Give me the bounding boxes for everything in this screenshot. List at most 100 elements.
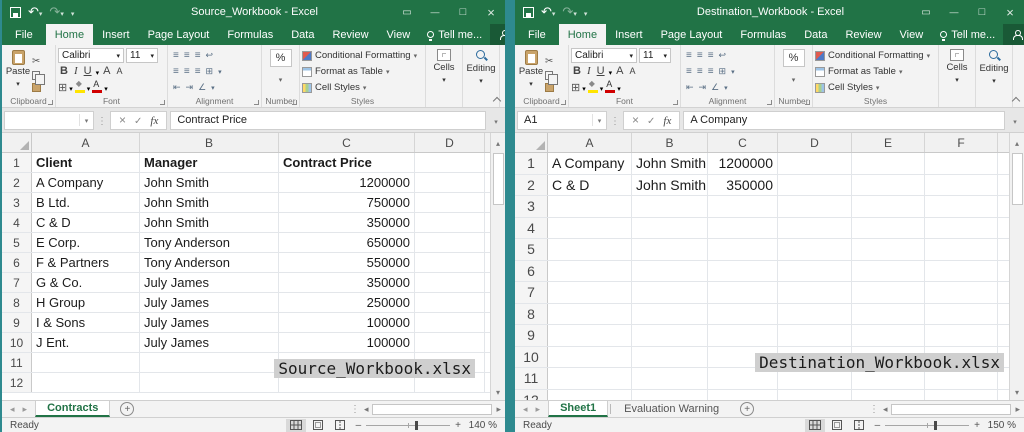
cell-D1[interactable] [778, 153, 852, 174]
previous-sheet-icon[interactable] [10, 403, 15, 415]
undo-button[interactable] [541, 3, 555, 21]
ribbon-display-options-button[interactable] [912, 0, 940, 24]
zoom-level[interactable]: 150 % [986, 420, 1024, 431]
horizontal-scroll-thumb[interactable] [372, 404, 492, 415]
tab-formulas[interactable]: Formulas [218, 24, 282, 45]
cell-B2[interactable]: John Smith [140, 173, 279, 192]
cell-E3[interactable] [852, 196, 925, 217]
dialog-launcher-icon[interactable] [805, 100, 810, 105]
drag-handle-icon[interactable] [350, 403, 360, 415]
cell-B7[interactable]: July James [140, 273, 279, 292]
cell-E9[interactable] [852, 325, 925, 346]
align-top-icon[interactable] [686, 50, 692, 61]
search-icon[interactable] [988, 49, 1001, 62]
zoom-slider-thumb[interactable] [934, 421, 937, 430]
cell-C4[interactable] [708, 218, 778, 239]
cell-F7[interactable] [925, 282, 998, 303]
zoom-in-button[interactable] [974, 420, 980, 431]
cells-icon[interactable] [950, 49, 964, 61]
row-header-10[interactable]: 10 [2, 333, 32, 352]
row-header-3[interactable]: 3 [515, 196, 548, 217]
cell-B10[interactable]: July James [140, 333, 279, 352]
collapse-ribbon-icon[interactable] [1012, 97, 1020, 105]
cell-F4[interactable] [925, 218, 998, 239]
column-header-B[interactable]: B [632, 133, 708, 152]
cell-A1[interactable]: A Company [548, 153, 632, 174]
formula-bar-input[interactable]: A Company [683, 111, 1005, 130]
cell-B6[interactable]: Tony Anderson [140, 253, 279, 272]
increase-indent-icon[interactable] [186, 82, 194, 93]
percent-style-button[interactable]: % [783, 49, 805, 67]
select-all-corner[interactable] [515, 133, 548, 152]
redo-button[interactable] [49, 3, 63, 21]
cell-D12[interactable] [778, 390, 852, 401]
cell-A3[interactable] [548, 196, 632, 217]
cell-A9[interactable]: I & Sons [32, 313, 140, 332]
cell-A5[interactable]: E Corp. [32, 233, 140, 252]
row-header-12[interactable]: 12 [2, 373, 32, 392]
cell-D3[interactable] [415, 193, 485, 212]
tab-view[interactable]: View [891, 24, 933, 45]
search-icon[interactable] [475, 49, 488, 62]
cell-C6[interactable] [708, 261, 778, 282]
cell-B9[interactable]: July James [140, 313, 279, 332]
italic-button[interactable] [72, 65, 80, 77]
cell-D4[interactable] [778, 218, 852, 239]
new-sheet-button[interactable] [740, 402, 754, 416]
cell-C6[interactable]: 550000 [279, 253, 415, 272]
cell-styles-button[interactable]: Cell Styles [302, 80, 423, 95]
cell-E8[interactable] [852, 304, 925, 325]
font-size-select[interactable]: 11 [639, 48, 671, 63]
drag-handle-icon[interactable] [610, 111, 620, 129]
decrease-indent-icon[interactable] [173, 82, 181, 93]
cell-D1[interactable] [415, 153, 485, 172]
undo-button[interactable] [28, 3, 42, 21]
conditional-formatting-button[interactable]: Conditional Formatting [302, 48, 423, 63]
cell-C2[interactable]: 350000 [708, 175, 778, 196]
row-header-2[interactable]: 2 [515, 175, 548, 196]
dialog-launcher-icon[interactable] [48, 100, 53, 105]
expand-formula-bar-icon[interactable] [1008, 111, 1022, 129]
new-sheet-button[interactable] [120, 402, 134, 416]
enter-icon[interactable] [647, 111, 655, 129]
cell-F12[interactable] [925, 390, 998, 401]
redo-button[interactable] [562, 3, 576, 21]
save-icon[interactable] [523, 7, 534, 18]
italic-button[interactable] [585, 65, 593, 77]
cell-C1[interactable]: 1200000 [708, 153, 778, 174]
column-header-D[interactable]: D [778, 133, 852, 152]
cell-A1[interactable]: Client [32, 153, 140, 172]
row-header-6[interactable]: 6 [515, 261, 548, 282]
borders-button[interactable] [58, 78, 67, 96]
conditional-formatting-button[interactable]: Conditional Formatting [815, 48, 936, 63]
tab-formulas[interactable]: Formulas [731, 24, 795, 45]
row-header-1[interactable]: 1 [515, 153, 548, 174]
maximize-button[interactable] [449, 0, 477, 24]
cell-B4[interactable]: John Smith [140, 213, 279, 232]
close-button[interactable] [477, 0, 505, 24]
cell-C12[interactable] [708, 390, 778, 401]
merge-center-icon[interactable] [719, 66, 727, 77]
cell-F8[interactable] [925, 304, 998, 325]
font-color-button[interactable] [605, 81, 615, 93]
cell-C4[interactable]: 350000 [279, 213, 415, 232]
row-header-1[interactable]: 1 [2, 153, 32, 172]
previous-sheet-icon[interactable] [523, 403, 528, 415]
drag-handle-icon[interactable] [869, 403, 879, 415]
row-header-7[interactable]: 7 [515, 282, 548, 303]
tab-view[interactable]: View [378, 24, 420, 45]
cell-C3[interactable]: 750000 [279, 193, 415, 212]
row-header-8[interactable]: 8 [515, 304, 548, 325]
vertical-scrollbar[interactable] [490, 133, 505, 400]
dialog-launcher-icon[interactable] [292, 100, 297, 105]
row-header-8[interactable]: 8 [2, 293, 32, 312]
ribbon-display-options-button[interactable] [393, 0, 421, 24]
cut-icon[interactable] [545, 51, 554, 69]
scroll-left-icon[interactable] [883, 403, 888, 415]
cell-B12[interactable] [632, 390, 708, 401]
share-button[interactable]: Share [490, 24, 505, 45]
cell-D5[interactable] [415, 233, 485, 252]
cell-C5[interactable] [708, 239, 778, 260]
page-break-view-button[interactable] [849, 419, 869, 432]
borders-button[interactable] [571, 78, 580, 96]
